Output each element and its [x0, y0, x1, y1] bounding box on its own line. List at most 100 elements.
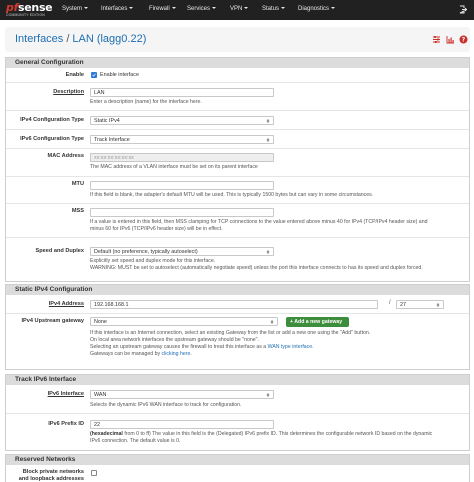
enable-checkbox-text: Enable interface [100, 72, 139, 78]
caret-down-icon [212, 7, 217, 10]
ipv6-config-type-label: IPv6 Configuration Type [20, 136, 84, 142]
nav-firewall[interactable]: Firewall [149, 6, 176, 12]
ipv6-prefix-row: IPv6 Prefix ID 22 (hexadecimal from 0 to… [6, 413, 469, 451]
block-private-label-line-2: and loopback addresses [18, 476, 84, 482]
panel-title: Track IPv6 Interface [6, 375, 469, 385]
enable-label: Enable [65, 72, 84, 78]
add-gateway-button[interactable]: + Add a new gateway [286, 317, 349, 327]
caret-down-icon [244, 7, 249, 10]
ipv6-interface-select[interactable]: WAN [90, 390, 274, 399]
nav-status[interactable]: Status [262, 6, 286, 12]
mac-address-row: MAC Address xx:xx:xx:xx:xx:xx The MAC ad… [6, 148, 469, 176]
ipv4-gateway-row: IPv4 Upstream gateway None + Add a new g… [6, 313, 469, 370]
speed-duplex-row: Speed and Duplex Default (no preference,… [6, 237, 469, 282]
bar-chart-icon[interactable] [446, 35, 455, 44]
block-private-row: Block private networks and loopback addr… [6, 465, 469, 482]
breadcrumb-separator: / [66, 33, 70, 45]
select-arrows-icon [266, 138, 270, 142]
cidr-slash: / [389, 300, 391, 306]
mac-address-help: The MAC address of a VLAN interface must… [90, 164, 258, 170]
sign-out-icon[interactable] [459, 5, 467, 14]
ipv4-address-label: IPv4 Address [48, 301, 84, 307]
mss-help-line-1: If a value is entered in this field, the… [90, 219, 428, 225]
nav-diagnostics[interactable]: Diagnostics [298, 6, 336, 12]
nav-interfaces[interactable]: Interfaces [101, 6, 134, 12]
ipv6-interface-row: IPv6 Interface WAN Selects the dynamic I… [6, 385, 469, 413]
ipv6-prefix-help-line-1: (hexadecimal from 0 to ff) The value in … [90, 431, 433, 437]
panel-title: Static IPv4 Configuration [6, 285, 469, 295]
manage-gateways-link[interactable]: clicking here [162, 351, 191, 357]
wan-type-interface-link[interactable]: WAN type interface [268, 344, 313, 350]
block-private-checkbox[interactable] [91, 470, 97, 476]
mac-address-input[interactable]: xx:xx:xx:xx:xx:xx [90, 153, 274, 162]
ipv4-gateway-label: IPv4 Upstream gateway [21, 318, 85, 324]
mtu-help: If this field is blank, the adapter's de… [90, 192, 374, 198]
caret-down-icon [171, 7, 176, 10]
gateway-help-line-4: Gateways can be managed by clicking here… [90, 351, 192, 357]
enable-row: Enable Enable interface [6, 68, 469, 82]
description-input[interactable]: LAN [90, 88, 274, 97]
breadcrumb-root-link[interactable]: Interfaces [15, 33, 63, 45]
gateway-help-line-3: Selecting an upstream gateway causes the… [90, 344, 314, 350]
ipv4-cidr-select[interactable]: 27 [396, 300, 444, 309]
mss-row: MSS If a value is entered in this field,… [6, 203, 469, 237]
ipv6-interface-label: IPv6 Interface [47, 391, 84, 397]
description-help: Enter a description (name) for the inter… [90, 99, 202, 105]
ipv6-prefix-input[interactable]: 22 [90, 420, 274, 429]
caret-down-icon [331, 7, 336, 10]
static-ipv4-panel: Static IPv4 Configuration IPv4 Address 1… [5, 284, 470, 370]
caret-down-icon [129, 7, 134, 10]
track-ipv6-panel: Track IPv6 Interface IPv6 Interface WAN … [5, 374, 470, 451]
sliders-icon[interactable] [432, 35, 441, 44]
top-navbar: pf sense COMMUNITY EDITION System Interf… [0, 0, 474, 20]
ipv6-interface-help: Selects the dynamic IPv6 WAN interface t… [90, 402, 242, 408]
mac-address-label: MAC Address [47, 153, 84, 159]
speed-duplex-help-line-2: WARNING: MUST be set to autoselect (auto… [90, 265, 423, 271]
question-circle-icon[interactable]: ? [459, 35, 468, 44]
select-arrows-icon [436, 303, 440, 307]
mtu-row: MTU If this field is blank, the adapter'… [6, 176, 469, 203]
select-arrows-icon [266, 119, 270, 123]
description-row: Description LAN Enter a description (nam… [6, 82, 469, 110]
panel-title: Reserved Networks [6, 455, 469, 465]
mtu-label: MTU [71, 181, 84, 187]
nav-system[interactable]: System [62, 6, 89, 12]
ipv6-prefix-label: IPv6 Prefix ID [48, 421, 84, 427]
select-arrows-icon [270, 320, 274, 324]
ipv4-address-row: IPv4 Address 192.168.168.1 / 27 [6, 295, 469, 313]
ipv4-gateway-select[interactable]: None [90, 317, 278, 326]
speed-duplex-label: Speed and Duplex [35, 248, 85, 254]
caret-down-icon [84, 7, 89, 10]
mss-help-line-2: minus 60 for IPv6 (TCP/IPv6 header size)… [90, 226, 223, 232]
select-arrows-icon [266, 393, 270, 397]
caret-down-icon [281, 7, 286, 10]
speed-duplex-help-line-1: Explicitly set speed and duplex mode for… [90, 258, 216, 264]
pfsense-logo[interactable]: pf sense COMMUNITY EDITION [6, 1, 53, 18]
speed-duplex-select[interactable]: Default (no preference, typically autose… [90, 247, 274, 256]
select-arrows-icon [266, 250, 270, 254]
gateway-help-line-1: If this interface is an Internet connect… [90, 330, 371, 336]
ipv4-address-input[interactable]: 192.168.168.1 [90, 300, 378, 309]
gateway-help-line-2: On local area network interfaces the ups… [90, 337, 259, 343]
breadcrumb-bar: Interfaces / LAN (lagg0.22) ? [5, 27, 470, 52]
enable-checkbox[interactable] [91, 72, 97, 78]
mtu-input[interactable] [90, 181, 274, 190]
mss-input[interactable] [90, 208, 274, 217]
description-label: Description [53, 89, 84, 95]
general-configuration-panel: General Configuration Enable Enable inte… [5, 57, 470, 282]
ipv6-prefix-help-line-2: IPv6 connection. The default value is 0. [90, 438, 181, 444]
ipv6-config-type-select[interactable]: Track Interface [90, 135, 274, 144]
ipv6-config-type-row: IPv6 Configuration Type Track Interface [6, 129, 469, 148]
breadcrumb: Interfaces / LAN (lagg0.22) [15, 33, 146, 45]
panel-title: General Configuration [6, 58, 469, 68]
svg-text:?: ? [462, 37, 466, 44]
mss-label: MSS [71, 208, 84, 214]
ipv4-config-type-label: IPv4 Configuration Type [20, 117, 84, 123]
ipv4-config-type-select[interactable]: Static IPv4 [90, 116, 274, 125]
reserved-networks-panel: Reserved Networks Block private networks… [5, 454, 470, 482]
check-icon [92, 73, 96, 77]
nav-services[interactable]: Services [187, 6, 217, 12]
breadcrumb-current-link[interactable]: LAN (lagg0.22) [72, 33, 146, 45]
nav-vpn[interactable]: VPN [230, 6, 249, 12]
ipv4-config-type-row: IPv4 Configuration Type Static IPv4 [6, 110, 469, 129]
